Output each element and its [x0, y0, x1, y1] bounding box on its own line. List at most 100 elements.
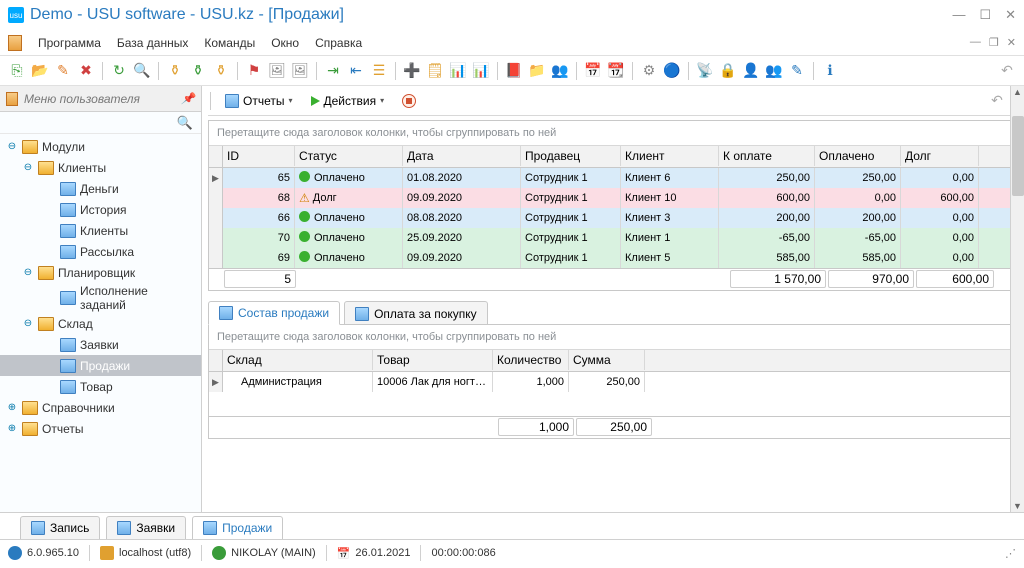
search-icon[interactable]: 🔍	[133, 62, 151, 80]
stop-button[interactable]	[396, 92, 422, 110]
import-icon[interactable]: ⇤	[347, 62, 365, 80]
scrollbar[interactable]: ▲▼	[1010, 86, 1024, 512]
resize-grip-icon[interactable]: ⋰	[1005, 547, 1016, 560]
folder2-icon[interactable]: 📁	[528, 62, 546, 80]
col-good[interactable]: Товар	[373, 350, 493, 370]
tree-clients-sub[interactable]: Клиенты	[0, 220, 201, 241]
actions-button[interactable]: Действия▾	[305, 92, 391, 110]
gear-icon[interactable]: ⚙	[640, 62, 658, 80]
delete-icon[interactable]: ✖	[77, 62, 95, 80]
pin-icon[interactable]: 📌	[181, 92, 195, 105]
grid-row[interactable]: 68Долг09.09.2020Сотрудник 1Клиент 10600,…	[209, 188, 1015, 208]
lock-icon[interactable]: 🔒	[719, 62, 737, 80]
mdi-restore-icon[interactable]: ❐	[989, 36, 999, 49]
users-icon[interactable]: 👥	[765, 62, 783, 80]
calendar-icon[interactable]: 📅	[584, 62, 602, 80]
tree-goods[interactable]: Товар	[0, 376, 201, 397]
tree-requests[interactable]: Заявки	[0, 334, 201, 355]
excel-icon[interactable]: 📊	[449, 62, 467, 80]
clean-icon[interactable]: ✎	[788, 62, 806, 80]
tree-refs[interactable]: ⊕Справочники	[0, 397, 201, 418]
new-icon[interactable]: ⎘	[8, 62, 26, 80]
undo2-icon[interactable]: ↶	[988, 92, 1006, 110]
menu-window[interactable]: Окно	[265, 34, 305, 52]
flag-icon[interactable]: ⚑	[245, 62, 263, 80]
tree-sales[interactable]: Продажи	[0, 355, 201, 376]
book2-icon[interactable]: 📕	[505, 62, 523, 80]
image2-icon[interactable]: 🖼	[291, 62, 309, 80]
menu-program[interactable]: Программа	[32, 34, 107, 52]
tree-modules[interactable]: ⊖Модули	[0, 136, 201, 157]
col-pay[interactable]: К оплате	[719, 146, 815, 166]
folder-icon	[38, 266, 54, 280]
minimize-icon[interactable]: —	[952, 7, 965, 23]
btab-record[interactable]: Запись	[20, 516, 100, 539]
add-icon[interactable]: ➕	[403, 62, 421, 80]
grid-row[interactable]: ▶65Оплачено01.08.2020Сотрудник 1Клиент 6…	[209, 168, 1015, 188]
doc-icon	[60, 203, 76, 217]
menu-help[interactable]: Справка	[309, 34, 368, 52]
image-icon[interactable]: 🖼	[268, 62, 286, 80]
date-icon[interactable]: 📆	[607, 62, 625, 80]
sub-sum-sum: 250,00	[581, 420, 647, 434]
col-debt[interactable]: Долг	[901, 146, 979, 166]
tab-composition[interactable]: Состав продажи	[208, 301, 340, 325]
edit-icon[interactable]: ✎	[54, 62, 72, 80]
close-icon[interactable]: ✕	[1005, 7, 1016, 23]
color-icon[interactable]: 🔵	[663, 62, 681, 80]
group-hint[interactable]: Перетащите сюда заголовок колонки, чтобы…	[209, 121, 1015, 146]
btab-sales[interactable]: Продажи	[192, 516, 283, 539]
content-toolbar: Отчеты▾ Действия▾ ↶	[208, 86, 1024, 116]
mdi-close-icon[interactable]: ✕	[1007, 36, 1016, 49]
tree-reports[interactable]: ⊕Отчеты	[0, 418, 201, 439]
grid-row[interactable]: 69Оплачено09.09.2020Сотрудник 1Клиент 55…	[209, 248, 1015, 268]
rss-icon[interactable]: 📡	[696, 62, 714, 80]
user-icon[interactable]: 👤	[742, 62, 760, 80]
subgrid-row[interactable]: ▶ Администрация 10006 Лак для ногт… 1,00…	[209, 372, 1015, 392]
col-client[interactable]: Клиент	[621, 146, 719, 166]
col-warehouse[interactable]: Склад	[223, 350, 373, 370]
sum-paid: 970,00	[833, 272, 909, 286]
col-id[interactable]: ID	[223, 146, 295, 166]
reports-button[interactable]: Отчеты▾	[219, 92, 299, 110]
col-paid[interactable]: Оплачено	[815, 146, 901, 166]
tab-payment[interactable]: Оплата за покупку	[344, 301, 488, 325]
open-icon[interactable]: 📂	[31, 62, 49, 80]
btab-requests[interactable]: Заявки	[106, 516, 186, 539]
excel2-icon[interactable]: 📊	[472, 62, 490, 80]
export-icon[interactable]: ⇥	[324, 62, 342, 80]
note-icon[interactable]: 🗒	[426, 62, 444, 80]
tree-warehouse[interactable]: ⊖Склад	[0, 313, 201, 334]
col-seller[interactable]: Продавец	[521, 146, 621, 166]
mdi-minimize-icon[interactable]: —	[970, 36, 981, 49]
col-status[interactable]: Статус	[295, 146, 403, 166]
maximize-icon[interactable]: ☐	[979, 7, 991, 23]
refresh-icon[interactable]: ↻	[110, 62, 128, 80]
tree-history[interactable]: История	[0, 199, 201, 220]
sidebar-search[interactable]: 🔍	[0, 112, 201, 134]
back-icon[interactable]: ↶	[998, 62, 1016, 80]
filter-icon[interactable]: ⚱	[166, 62, 184, 80]
menu-database[interactable]: База данных	[111, 34, 194, 52]
menu-commands[interactable]: Команды	[198, 34, 261, 52]
col-date[interactable]: Дата	[403, 146, 521, 166]
tree-tasks[interactable]: Исполнение заданий	[0, 283, 201, 313]
tree-planner[interactable]: ⊖Планировщик	[0, 262, 201, 283]
search-icon-small[interactable]: 🔍	[177, 115, 193, 131]
menubar: Программа База данных Команды Окно Справ…	[0, 30, 1024, 56]
filter2-icon[interactable]: ⚱	[189, 62, 207, 80]
info-icon[interactable]: ℹ	[821, 62, 839, 80]
people-icon[interactable]: 👥	[551, 62, 569, 80]
col-qty[interactable]: Количество	[493, 350, 569, 370]
doc-icon	[60, 182, 76, 196]
list-icon[interactable]: ☰	[370, 62, 388, 80]
tree-mailing[interactable]: Рассылка	[0, 241, 201, 262]
filter3-icon[interactable]: ⚱	[212, 62, 230, 80]
grid-row[interactable]: 70Оплачено25.09.2020Сотрудник 1Клиент 1-…	[209, 228, 1015, 248]
grid-row[interactable]: 66Оплачено08.08.2020Сотрудник 1Клиент 32…	[209, 208, 1015, 228]
sub-group-hint[interactable]: Перетащите сюда заголовок колонки, чтобы…	[209, 325, 1015, 350]
tree-money[interactable]: Деньги	[0, 178, 201, 199]
col-sum[interactable]: Сумма	[569, 350, 645, 370]
app-logo-icon: usu	[8, 7, 24, 23]
tree-clients[interactable]: ⊖Клиенты	[0, 157, 201, 178]
